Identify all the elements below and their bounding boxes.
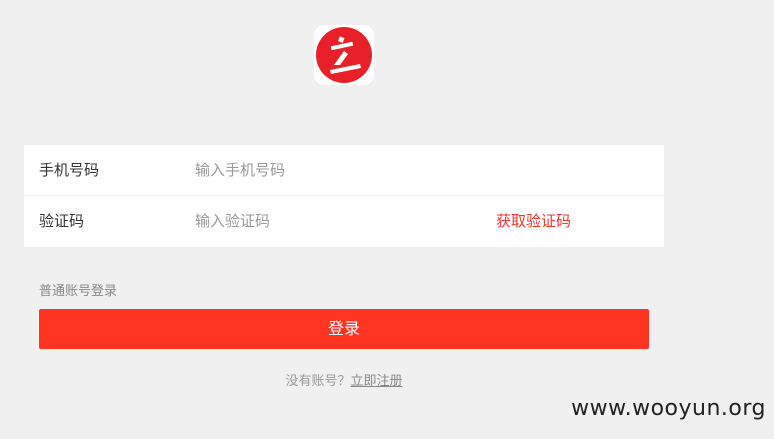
app-logo [314, 25, 374, 85]
login-button[interactable]: 登录 [39, 309, 649, 349]
get-code-button[interactable]: 获取验证码 [496, 196, 571, 246]
phone-input[interactable] [195, 155, 475, 185]
watermark: www.wooyun.org [571, 396, 766, 421]
code-label: 验证码 [39, 212, 85, 230]
phone-label: 手机号码 [39, 161, 100, 179]
code-input[interactable] [195, 206, 475, 236]
code-row: 验证码 获取验证码 [24, 196, 664, 246]
register-prompt: 没有账号？ [285, 374, 351, 389]
register-link[interactable]: 立即注册 [351, 374, 403, 389]
login-form: 手机号码 验证码 获取验证码 [24, 145, 664, 247]
normal-login-link[interactable]: 普通账号登录 [39, 280, 117, 299]
phone-row: 手机号码 [24, 145, 664, 195]
logo-icon [316, 27, 372, 83]
register-line: 没有账号？立即注册 [0, 370, 688, 389]
